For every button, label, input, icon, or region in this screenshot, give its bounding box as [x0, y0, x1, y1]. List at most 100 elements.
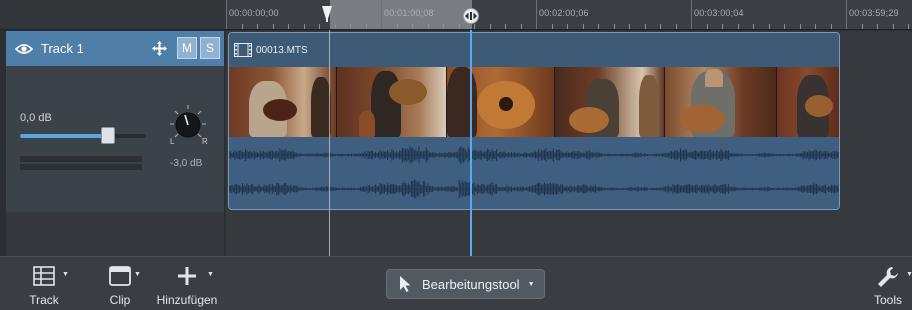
video-thumbnail [555, 67, 665, 137]
mute-button[interactable]: M [177, 37, 197, 59]
timecode-label: 00:03:59;29 [849, 8, 899, 18]
video-thumbnail [777, 67, 839, 137]
ruler-minor-tick [598, 24, 599, 29]
plus-icon [178, 267, 196, 285]
volume-slider[interactable] [20, 134, 146, 138]
ruler-minor-tick [676, 24, 677, 29]
level-meter-right [20, 164, 142, 170]
pan-right-label: R [202, 137, 208, 146]
chevron-down-icon: ▼ [207, 271, 214, 278]
in-point-line [329, 30, 330, 256]
timecode-label: 00:03:00;04 [694, 8, 744, 18]
empty-track-area [6, 212, 224, 256]
edit-tool-label: Bearbeitungstool [422, 276, 520, 292]
ruler-minor-tick [629, 24, 630, 29]
ruler-minor-tick [242, 24, 243, 29]
ruler-major-tick [691, 0, 692, 29]
video-thumbnail [229, 67, 337, 137]
track-button[interactable]: ▼ Track [22, 257, 69, 310]
ruler-minor-tick [583, 24, 584, 29]
ruler-minor-tick [908, 24, 909, 29]
track-controls: 0,0 dB L R -3,0 dB [6, 66, 224, 212]
timeline-grid-icon [33, 266, 55, 286]
ruler-minor-tick [800, 24, 801, 29]
eye-icon[interactable] [15, 43, 33, 55]
ruler-minor-tick [412, 24, 413, 29]
ruler-minor-tick [769, 24, 770, 29]
chevron-down-icon: ▼ [906, 271, 912, 278]
video-thumbnail [337, 67, 447, 137]
ruler-minor-tick [319, 24, 320, 29]
track-button-label: Track [29, 293, 59, 307]
ruler-minor-tick [893, 24, 894, 29]
ruler-minor-tick [443, 24, 444, 29]
ruler-major-tick [381, 0, 382, 29]
volume-label: 0,0 dB [20, 112, 52, 124]
ruler-minor-tick [831, 24, 832, 29]
ruler-minor-tick [722, 24, 723, 29]
timecode-label: 00:02:00;06 [539, 8, 589, 18]
ruler-major-tick [536, 0, 537, 29]
track-name[interactable]: Track 1 [41, 41, 84, 56]
ruler-minor-tick [614, 24, 615, 29]
tools-button-label: Tools [873, 293, 902, 307]
clip-name: 00013.MTS [256, 44, 308, 56]
ruler-minor-tick [862, 24, 863, 29]
pan-value: -3,0 dB [170, 158, 203, 169]
ruler-minor-tick [397, 24, 398, 29]
track-header[interactable]: Track 1 M S [6, 31, 224, 66]
ruler-minor-tick [567, 24, 568, 29]
ruler-minor-tick [738, 24, 739, 29]
clip-button-label: Clip [109, 293, 131, 307]
wrench-icon [878, 267, 898, 287]
ruler-minor-tick [753, 24, 754, 29]
ruler-minor-tick [428, 24, 429, 29]
ruler-minor-tick [257, 24, 258, 29]
timecode-label: 00:01:00;08 [384, 8, 434, 18]
ruler-major-tick [226, 0, 227, 29]
ruler-minor-tick [552, 24, 553, 29]
ruler-minor-tick [490, 24, 491, 29]
timecode-label: 00:00:00;00 [229, 8, 279, 18]
ruler-minor-tick [335, 24, 336, 29]
ruler-minor-tick [815, 24, 816, 29]
chevron-down-icon: ▼ [527, 280, 535, 288]
ruler-minor-tick [784, 24, 785, 29]
ruler-minor-tick [288, 24, 289, 29]
add-button[interactable]: ▼ Hinzufügen [152, 257, 222, 310]
ruler-minor-tick [350, 24, 351, 29]
tools-button[interactable]: ▼ Tools [868, 257, 912, 310]
ruler-minor-tick [707, 24, 708, 29]
ruler-minor-tick [304, 24, 305, 29]
playhead-handle-icon[interactable] [463, 8, 479, 24]
move-icon[interactable] [152, 41, 167, 56]
video-thumbnail [447, 67, 555, 137]
ruler-minor-tick [877, 24, 878, 29]
level-meter-left [20, 156, 142, 162]
video-clip[interactable]: 00013.MTS [228, 32, 840, 210]
video-thumbnail [665, 67, 777, 137]
clip-button[interactable]: ▼ Clip [100, 257, 141, 310]
clip-header[interactable]: 00013.MTS [229, 33, 839, 67]
ruler-minor-tick [273, 24, 274, 29]
ruler-minor-tick [521, 24, 522, 29]
solo-button[interactable]: S [200, 37, 220, 59]
ruler-corner [0, 0, 226, 30]
cursor-icon [400, 276, 411, 292]
ruler-minor-tick [459, 24, 460, 29]
in-point-marker-head[interactable] [322, 6, 332, 22]
clip-window-icon [109, 266, 131, 286]
chevron-down-icon: ▼ [62, 271, 69, 278]
add-button-label: Hinzufügen [156, 293, 218, 307]
ruler-major-tick [846, 0, 847, 29]
pan-left-label: L [170, 137, 175, 146]
playhead-line[interactable] [470, 30, 472, 256]
volume-slider-thumb[interactable] [101, 127, 116, 144]
audio-waveform [229, 137, 839, 209]
edit-tool-dropdown[interactable]: Bearbeitungstool ▼ [386, 269, 545, 299]
film-icon [234, 43, 252, 57]
chevron-down-icon: ▼ [134, 271, 141, 278]
volume-slider-fill [20, 134, 109, 138]
ruler-minor-tick [505, 24, 506, 29]
ruler-minor-tick [660, 24, 661, 29]
